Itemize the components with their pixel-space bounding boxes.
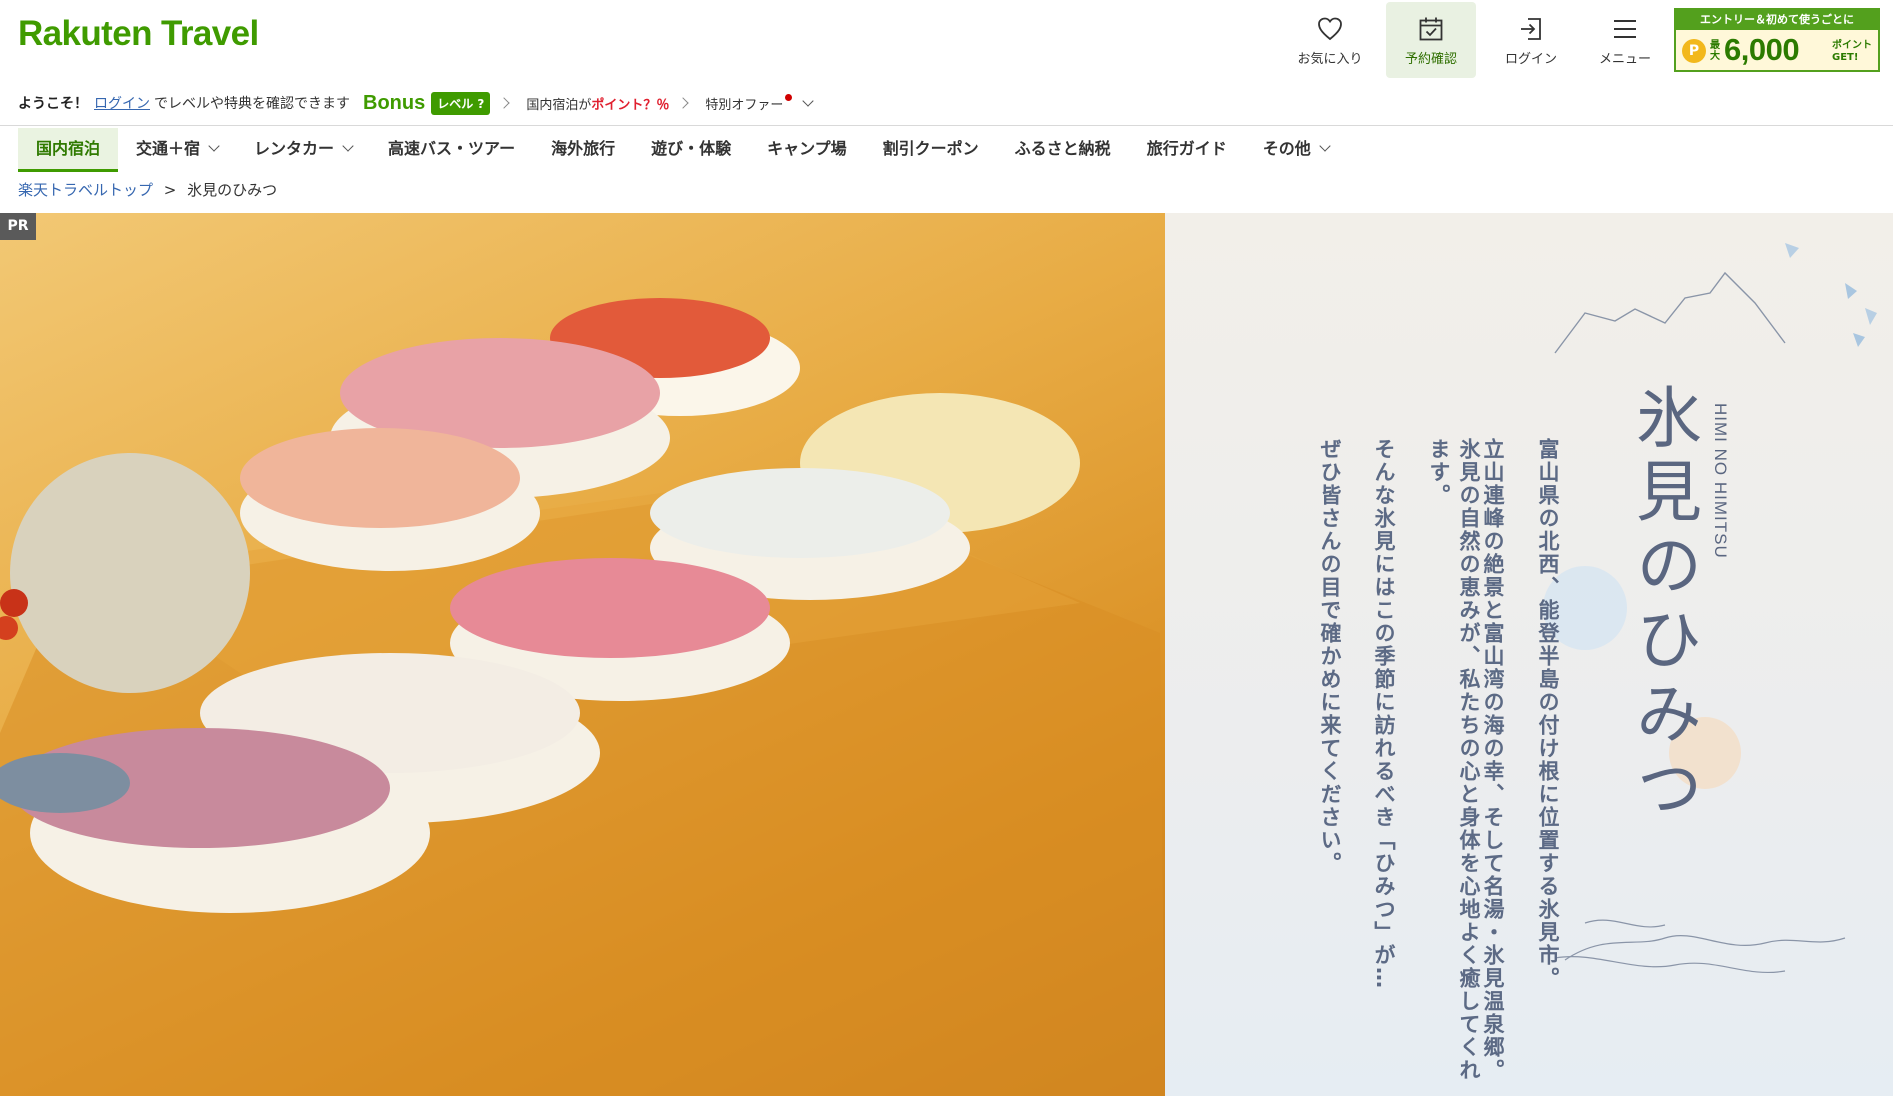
sushi-illustration [0,298,1165,1096]
menu-label: メニュー [1598,52,1651,67]
welcome-greeting: ようこそ！ [18,96,88,112]
chevron-down-icon [342,140,354,152]
nav-other[interactable]: その他 [1245,128,1347,172]
nav-furusato[interactable]: ふるさと納税 [997,128,1129,172]
mountain-wave-decoration [1543,243,1877,973]
promo-unit: ポイントGET! [1832,40,1872,63]
nav-label: ふるさと納税 [1014,139,1111,158]
nav-label: その他 [1262,139,1311,158]
nav-activities[interactable]: 遊び・体験 [633,128,749,172]
login-link[interactable]: ログイン [94,93,150,113]
nav-label: 高速バス・ツアー [388,139,516,158]
nav-domestic-stay[interactable]: 国内宿泊 [18,128,119,172]
hero-text-panel: HIMI NO HIMITSU 氷見のひみつ 富山県の北西、能登半島の付け根に位… [1165,213,1893,1096]
hero-title: 氷見のひみつ [1625,383,1702,827]
breadcrumb-home-link[interactable]: 楽天トラベルトップ [18,181,153,199]
nav-campsite[interactable]: キャンプ場 [749,128,865,172]
points-promo-banner[interactable]: エントリー＆初めて使うごとに P 最大 6,000 ポイントGET! [1674,8,1880,72]
hero-text-line: そんな氷見にはこの季節に訪れるべき「ひみつ」が… [1372,438,1396,990]
nav-bus-tour[interactable]: 高速バス・ツアー [370,128,533,172]
points-rate-link[interactable]: 国内宿泊がポイント？％ [526,94,669,113]
special-offer-label: 特別オファー [705,97,784,113]
favorites-label: お気に入り [1297,52,1363,67]
level-badge[interactable]: レベル ? [431,91,491,115]
chevron-down-icon [1319,140,1331,152]
nav-transport-stay[interactable]: 交通＋宿 [118,128,236,172]
hero-text-line: ぜひ皆さんの目で確かめに来てください。 [1318,438,1342,875]
hero-text-line: 富山県の北西、能登半島の付け根に位置する氷見市。 [1536,438,1560,990]
login-icon [1486,2,1576,48]
promo-amount: 6,000 [1724,32,1800,67]
login-button[interactable]: ログイン [1486,2,1576,78]
hero-subtitle-en: HIMI NO HIMITSU [1711,403,1730,559]
nav-label: 交通＋宿 [136,139,201,158]
sushi-platter-photo: PR [0,213,1165,1096]
bonus-program-link[interactable]: Bonus [363,92,425,115]
chevron-right-icon [677,97,690,109]
nav-travel-guide[interactable]: 旅行ガイド [1129,128,1245,172]
reservation-check-button[interactable]: 予約確認 [1386,2,1476,78]
point-coin-icon: P [1682,39,1706,63]
nav-label: 遊び・体験 [651,139,732,158]
hero-text-line: 氷見の自然の恵みが、私たちの心と身体を心地よく癒してくれます。 [1427,438,1481,1082]
nav-coupon[interactable]: 割引クーポン [865,128,997,172]
breadcrumb: 楽天トラベルトップ > 氷見のひみつ [18,179,277,200]
breadcrumb-separator: > [163,181,177,199]
notification-dot [785,93,793,101]
points-highlight: ポイント？％ [591,97,670,113]
breadcrumb-current: 氷見のひみつ [187,181,278,199]
hero-banner[interactable]: PR HIMI NO HIMITSU 氷見のひみつ 富山県の北西、能登半島の付け… [0,213,1893,1096]
global-nav: 国内宿泊 交通＋宿 レンタカー 高速バス・ツアー 海外旅行 遊び・体験 キャンプ… [18,128,1347,172]
login-label: ログイン [1504,52,1557,67]
rakuten-travel-logo[interactable]: Rakuten Travel [18,14,259,54]
promo-headline: エントリー＆初めて使うごとに [1676,10,1878,30]
nav-label: キャンプ場 [767,139,847,158]
heart-icon [1285,2,1375,48]
nav-label: 海外旅行 [551,139,616,158]
site-header: Rakuten Travel お気に入り 予約確認 ログイン メニュー エントリ… [0,0,1893,126]
favorites-button[interactable]: お気に入り [1285,2,1375,78]
promo-prefix: 最大 [1710,40,1720,62]
nav-label: 旅行ガイド [1146,139,1227,158]
chevron-down-icon [802,94,815,107]
reservation-check-label: 予約確認 [1404,52,1457,67]
nav-overseas[interactable]: 海外旅行 [533,128,633,172]
nav-rental-car[interactable]: レンタカー [236,128,370,172]
chevron-right-icon [498,97,511,109]
welcome-bar: ようこそ！ ログイン でレベルや特典を確認できます Bonus レベル ? 国内… [18,91,815,115]
pr-badge: PR [0,213,36,240]
welcome-suffix: でレベルや特典を確認できます [154,96,350,112]
calendar-check-icon [1386,2,1476,48]
nav-label: レンタカー [254,139,335,158]
points-prefix: 国内宿泊が [526,97,592,113]
chevron-down-icon [208,140,220,152]
hamburger-menu-icon [1580,2,1670,48]
nav-label: 割引クーポン [882,139,979,158]
menu-button[interactable]: メニュー [1580,2,1670,78]
nav-label: 国内宿泊 [36,139,101,158]
special-offer-dropdown[interactable]: 特別オファー [705,93,815,113]
